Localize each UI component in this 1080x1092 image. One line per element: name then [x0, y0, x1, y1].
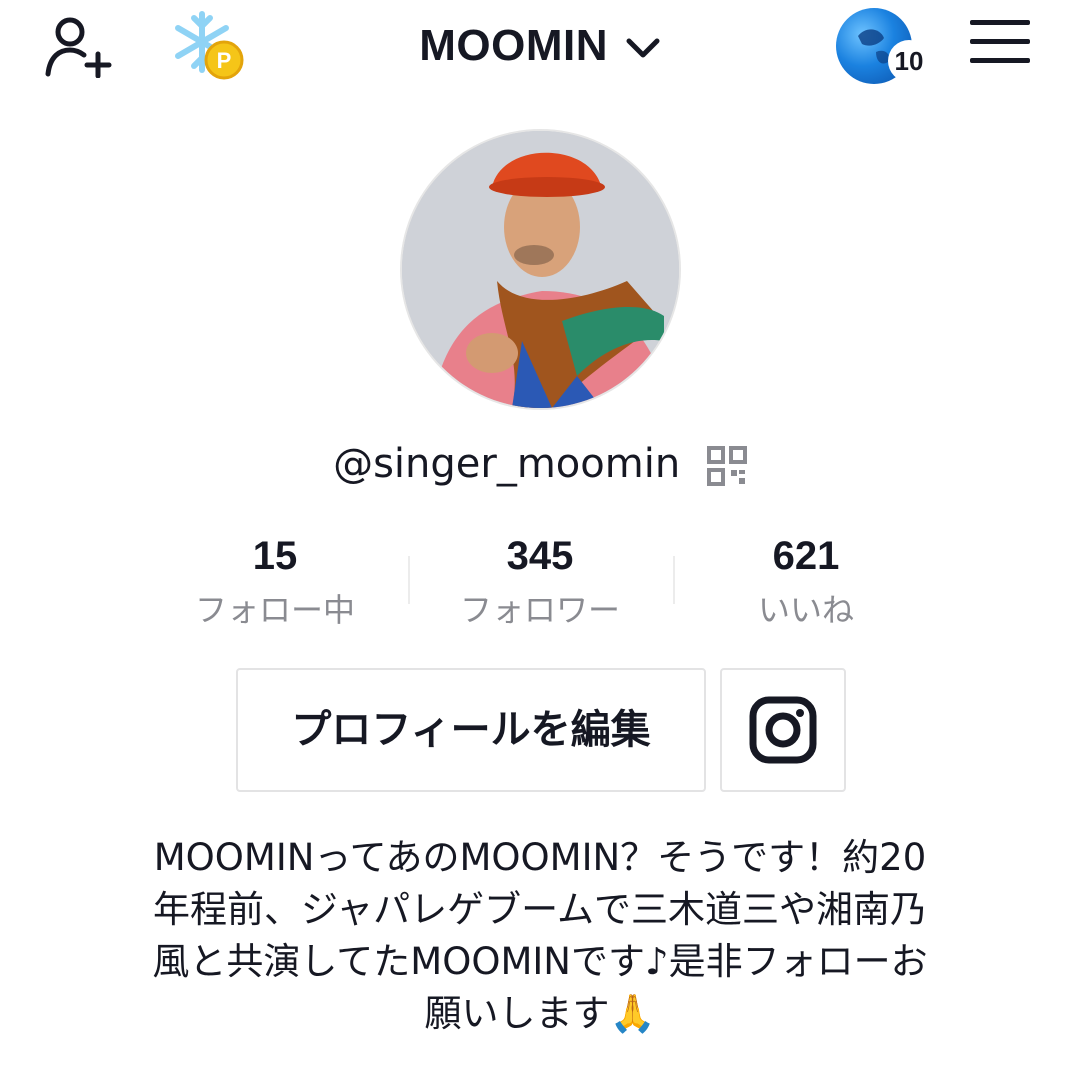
profile-avatar[interactable] [402, 131, 679, 408]
notification-avatar[interactable]: 10 [836, 8, 930, 84]
bio-line: MOOMINってあのMOOMIN？そうです！約20 [153, 836, 927, 879]
username: @singer_moomin [333, 441, 681, 487]
account-name: MOOMIN [419, 21, 609, 70]
notification-count: 10 [888, 40, 930, 82]
username-row: @singer_moomin [0, 440, 1080, 488]
followers-count: 345 [506, 534, 574, 578]
bio-line: 願いします🙏 [424, 992, 656, 1035]
bio-line: 年程前、ジャパレゲブームで三木道三や湘南乃 [152, 888, 928, 931]
edit-profile-button[interactable]: プロフィールを編集 [236, 668, 706, 792]
instagram-link-button[interactable] [720, 668, 846, 792]
following-label: フォロー中 [194, 591, 355, 629]
chevron-down-icon [626, 38, 660, 58]
stat-followers[interactable]: 345 フォロワー [405, 532, 675, 636]
likes-label: いいね [757, 591, 854, 629]
avatar-photo [402, 131, 679, 408]
likes-count: 621 [772, 534, 840, 578]
following-count: 15 [252, 534, 298, 578]
stat-likes[interactable]: 621 いいね [671, 532, 941, 636]
qr-code-icon[interactable] [706, 446, 747, 486]
menu-button[interactable] [970, 20, 1030, 70]
menu-icon [970, 20, 1030, 63]
bio-line: 風と共演してたMOOMINです♪是非フォローお [152, 940, 928, 983]
followers-label: フォロワー [459, 591, 620, 629]
stat-following[interactable]: 15 フォロー中 [140, 532, 410, 636]
profile-bio: MOOMINってあのMOOMIN？そうです！約20 年程前、ジャパレゲブームで三… [100, 832, 980, 1040]
instagram-icon [749, 696, 817, 764]
